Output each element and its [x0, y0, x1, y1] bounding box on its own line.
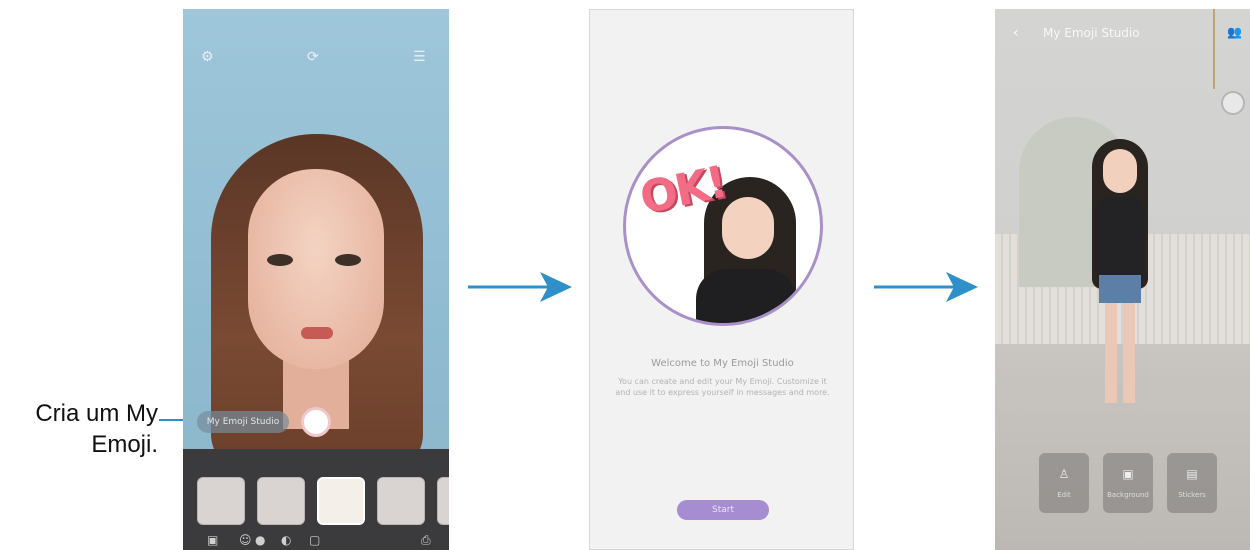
callout-text: Cria um My Emoji. — [0, 398, 158, 460]
camera-icon[interactable] — [1221, 91, 1245, 115]
avatar-preview: OK! — [623, 126, 823, 326]
sticker-icon[interactable]: ● — [255, 533, 265, 547]
welcome-screen: OK! Welcome to My Emoji Studio You can c… — [589, 9, 854, 550]
avatar-body — [696, 269, 796, 323]
sticker-rabbit[interactable] — [257, 477, 305, 525]
person-icon: ♙ — [1058, 467, 1070, 481]
arrow-right-icon — [468, 272, 572, 302]
create-my-emoji-button[interactable]: My Emoji Studio — [197, 411, 289, 433]
studio-menu-label: Edit — [1057, 491, 1071, 499]
studio-header: ‹ My Emoji Studio 👥 — [995, 9, 1250, 55]
avatar-legs — [1105, 303, 1135, 403]
sticker-dog[interactable] — [317, 477, 365, 525]
studio-menu-label: Stickers — [1178, 491, 1206, 499]
person-lips — [301, 327, 333, 339]
menu-icon[interactable]: ☰ — [413, 49, 426, 65]
people-icon[interactable]: 👥 — [1227, 25, 1242, 39]
bag-icon[interactable]: ⎙ — [421, 533, 431, 548]
arrow-right-icon — [874, 272, 978, 302]
settings-icon[interactable]: ⚙ — [201, 49, 214, 65]
emoji-studio-screen: ‹ My Emoji Studio 👥 ♙ Edit ▣ Background … — [995, 9, 1250, 550]
camera-top-bar: ⚙ ⟳ ☰ — [183, 9, 449, 69]
sticker-icon: ▤ — [1186, 467, 1198, 481]
flip-icon[interactable]: ⟳ — [307, 49, 319, 65]
studio-menu-background[interactable]: ▣ Background — [1103, 453, 1153, 513]
left-eye — [267, 254, 293, 266]
mask-icon[interactable]: ◐ — [281, 533, 291, 547]
right-eye — [335, 254, 361, 266]
sticker-bunny[interactable] — [197, 477, 245, 525]
sticker-partial[interactable] — [437, 477, 449, 525]
studio-menu-label: Background — [1107, 491, 1149, 499]
sticker-antlers[interactable] — [377, 477, 425, 525]
start-button[interactable]: Start — [677, 500, 769, 520]
gallery-icon[interactable]: ▣ — [207, 533, 218, 547]
more-icon[interactable]: ▢ — [309, 533, 320, 547]
back-icon[interactable]: ‹ — [1013, 25, 1019, 41]
avatar-body — [1095, 197, 1145, 277]
studio-menu-stickers[interactable]: ▤ Stickers — [1167, 453, 1217, 513]
studio-title: My Emoji Studio — [1043, 26, 1140, 40]
callout-line-2: Emoji. — [91, 431, 158, 458]
welcome-body: You can create and edit your My Emoji. C… — [615, 377, 830, 397]
avatar-face — [1103, 149, 1137, 193]
image-icon: ▣ — [1122, 467, 1134, 481]
callout-line-1: Cria um My — [35, 400, 158, 427]
camera-screen: ⚙ ⟳ ☰ My Emoji Studio ▣ ☺ ● ◐ ▢ ⎙ — [183, 9, 449, 550]
avatar-shorts — [1099, 275, 1141, 303]
emoji-icon[interactable]: ☺ — [239, 533, 252, 547]
person-face — [248, 169, 384, 369]
shutter-button[interactable] — [301, 407, 331, 437]
welcome-title: Welcome to My Emoji Studio — [651, 358, 794, 369]
studio-menu-edit[interactable]: ♙ Edit — [1039, 453, 1089, 513]
